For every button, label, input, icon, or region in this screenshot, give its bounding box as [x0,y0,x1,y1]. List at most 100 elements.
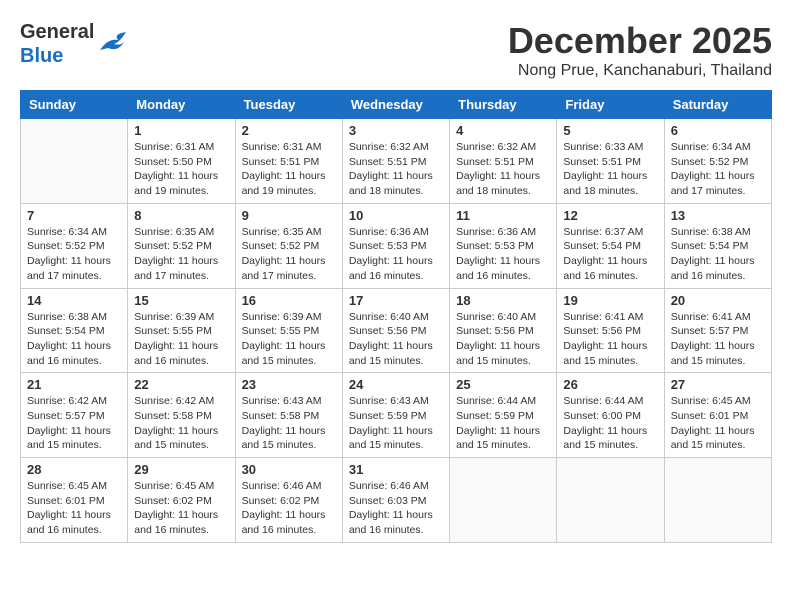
calendar-day-cell: 23 Sunrise: 6:43 AM Sunset: 5:58 PM Dayli… [235,373,342,458]
calendar-day-cell [21,119,128,204]
logo-blue: Blue [20,44,94,68]
calendar-day-cell: 30 Sunrise: 6:46 AM Sunset: 6:02 PM Dayli… [235,458,342,543]
day-info: Sunrise: 6:45 AM Sunset: 6:01 PM Dayligh… [27,479,121,538]
day-number: 3 [349,123,443,138]
day-info: Sunrise: 6:44 AM Sunset: 6:00 PM Dayligh… [563,394,657,453]
calendar-day-cell: 8 Sunrise: 6:35 AM Sunset: 5:52 PM Daylig… [128,203,235,288]
day-number: 16 [242,293,336,308]
day-number: 20 [671,293,765,308]
day-number: 19 [563,293,657,308]
weekday-header: Tuesday [235,91,342,119]
calendar-day-cell: 12Sunrise: 6:37 AM Sunset: 5:54 PM Dayli… [557,203,664,288]
logo-text: General Blue [20,20,94,68]
weekday-header: Sunday [21,91,128,119]
calendar-day-cell: 21 Sunrise: 6:42 AM Sunset: 5:57 PM Dayli… [21,373,128,458]
calendar-day-cell: 15Sunrise: 6:39 AM Sunset: 5:55 PM Dayli… [128,288,235,373]
calendar-day-cell: 5Sunrise: 6:33 AM Sunset: 5:51 PM Daylig… [557,119,664,204]
day-info: Sunrise: 6:42 AM Sunset: 5:57 PM Dayligh… [27,394,121,453]
day-number: 23 [242,377,336,392]
location: Nong Prue, Kanchanaburi, Thailand [508,62,772,80]
calendar-day-cell: 3 Sunrise: 6:32 AM Sunset: 5:51 PM Daylig… [342,119,449,204]
day-number: 27 [671,377,765,392]
day-number: 30 [242,462,336,477]
day-number: 14 [27,293,121,308]
calendar-day-cell: 13 Sunrise: 6:38 AM Sunset: 5:54 PM Dayli… [664,203,771,288]
day-info: Sunrise: 6:42 AM Sunset: 5:58 PM Dayligh… [134,394,228,453]
calendar-day-cell: 6 Sunrise: 6:34 AM Sunset: 5:52 PM Daylig… [664,119,771,204]
day-number: 10 [349,208,443,223]
weekday-header: Monday [128,91,235,119]
day-info: Sunrise: 6:36 AM Sunset: 5:53 PM Dayligh… [349,225,443,284]
day-info: Sunrise: 6:39 AM Sunset: 5:55 PM Dayligh… [134,310,228,369]
logo: General Blue [20,20,128,68]
day-info: Sunrise: 6:31 AM Sunset: 5:50 PM Dayligh… [134,140,228,199]
day-number: 5 [563,123,657,138]
calendar-day-cell: 24 Sunrise: 6:43 AM Sunset: 5:59 PM Dayli… [342,373,449,458]
logo-bird-icon [98,30,128,58]
day-number: 26 [563,377,657,392]
calendar-day-cell: 11Sunrise: 6:36 AM Sunset: 5:53 PM Dayli… [450,203,557,288]
day-number: 22 [134,377,228,392]
calendar-header-row: SundayMondayTuesdayWednesdayThursdayFrid… [21,91,772,119]
calendar-table: SundayMondayTuesdayWednesdayThursdayFrid… [20,90,772,543]
calendar-day-cell: 17 Sunrise: 6:40 AM Sunset: 5:56 PM Dayli… [342,288,449,373]
day-info: Sunrise: 6:38 AM Sunset: 5:54 PM Dayligh… [671,225,765,284]
calendar-day-cell [664,458,771,543]
day-info: Sunrise: 6:41 AM Sunset: 5:56 PM Dayligh… [563,310,657,369]
day-info: Sunrise: 6:34 AM Sunset: 5:52 PM Dayligh… [27,225,121,284]
day-info: Sunrise: 6:45 AM Sunset: 6:02 PM Dayligh… [134,479,228,538]
month-title: December 2025 [508,20,772,62]
title-area: December 2025 Nong Prue, Kanchanaburi, T… [508,20,772,80]
calendar-week-row: 14Sunrise: 6:38 AM Sunset: 5:54 PM Dayli… [21,288,772,373]
day-number: 6 [671,123,765,138]
day-info: Sunrise: 6:39 AM Sunset: 5:55 PM Dayligh… [242,310,336,369]
calendar-day-cell: 2Sunrise: 6:31 AM Sunset: 5:51 PM Daylig… [235,119,342,204]
calendar-day-cell: 31Sunrise: 6:46 AM Sunset: 6:03 PM Dayli… [342,458,449,543]
day-info: Sunrise: 6:35 AM Sunset: 5:52 PM Dayligh… [134,225,228,284]
calendar-day-cell: 26 Sunrise: 6:44 AM Sunset: 6:00 PM Dayli… [557,373,664,458]
calendar-day-cell: 27 Sunrise: 6:45 AM Sunset: 6:01 PM Dayli… [664,373,771,458]
day-info: Sunrise: 6:32 AM Sunset: 5:51 PM Dayligh… [349,140,443,199]
day-number: 12 [563,208,657,223]
calendar-day-cell: 10 Sunrise: 6:36 AM Sunset: 5:53 PM Dayli… [342,203,449,288]
day-number: 9 [242,208,336,223]
calendar-day-cell [450,458,557,543]
day-number: 4 [456,123,550,138]
day-number: 18 [456,293,550,308]
day-number: 28 [27,462,121,477]
day-number: 17 [349,293,443,308]
day-number: 25 [456,377,550,392]
day-number: 21 [27,377,121,392]
day-info: Sunrise: 6:31 AM Sunset: 5:51 PM Dayligh… [242,140,336,199]
day-info: Sunrise: 6:32 AM Sunset: 5:51 PM Dayligh… [456,140,550,199]
day-number: 7 [27,208,121,223]
day-number: 13 [671,208,765,223]
day-info: Sunrise: 6:43 AM Sunset: 5:59 PM Dayligh… [349,394,443,453]
day-number: 24 [349,377,443,392]
day-info: Sunrise: 6:45 AM Sunset: 6:01 PM Dayligh… [671,394,765,453]
day-info: Sunrise: 6:44 AM Sunset: 5:59 PM Dayligh… [456,394,550,453]
calendar-week-row: 1 Sunrise: 6:31 AM Sunset: 5:50 PM Daylig… [21,119,772,204]
calendar-week-row: 7 Sunrise: 6:34 AM Sunset: 5:52 PM Daylig… [21,203,772,288]
calendar-day-cell: 1 Sunrise: 6:31 AM Sunset: 5:50 PM Daylig… [128,119,235,204]
calendar-day-cell: 28 Sunrise: 6:45 AM Sunset: 6:01 PM Dayli… [21,458,128,543]
day-info: Sunrise: 6:46 AM Sunset: 6:03 PM Dayligh… [349,479,443,538]
day-number: 1 [134,123,228,138]
calendar-week-row: 21 Sunrise: 6:42 AM Sunset: 5:57 PM Dayli… [21,373,772,458]
calendar-day-cell: 14Sunrise: 6:38 AM Sunset: 5:54 PM Dayli… [21,288,128,373]
calendar-day-cell: 9Sunrise: 6:35 AM Sunset: 5:52 PM Daylig… [235,203,342,288]
day-info: Sunrise: 6:41 AM Sunset: 5:57 PM Dayligh… [671,310,765,369]
weekday-header: Saturday [664,91,771,119]
day-info: Sunrise: 6:34 AM Sunset: 5:52 PM Dayligh… [671,140,765,199]
logo-general: General [20,20,94,44]
calendar-day-cell: 19 Sunrise: 6:41 AM Sunset: 5:56 PM Dayli… [557,288,664,373]
day-info: Sunrise: 6:46 AM Sunset: 6:02 PM Dayligh… [242,479,336,538]
calendar-day-cell: 29Sunrise: 6:45 AM Sunset: 6:02 PM Dayli… [128,458,235,543]
calendar-day-cell: 16 Sunrise: 6:39 AM Sunset: 5:55 PM Dayli… [235,288,342,373]
day-info: Sunrise: 6:40 AM Sunset: 5:56 PM Dayligh… [349,310,443,369]
calendar-day-cell: 20 Sunrise: 6:41 AM Sunset: 5:57 PM Dayli… [664,288,771,373]
day-number: 8 [134,208,228,223]
day-info: Sunrise: 6:43 AM Sunset: 5:58 PM Dayligh… [242,394,336,453]
calendar-day-cell: 7 Sunrise: 6:34 AM Sunset: 5:52 PM Daylig… [21,203,128,288]
day-number: 11 [456,208,550,223]
